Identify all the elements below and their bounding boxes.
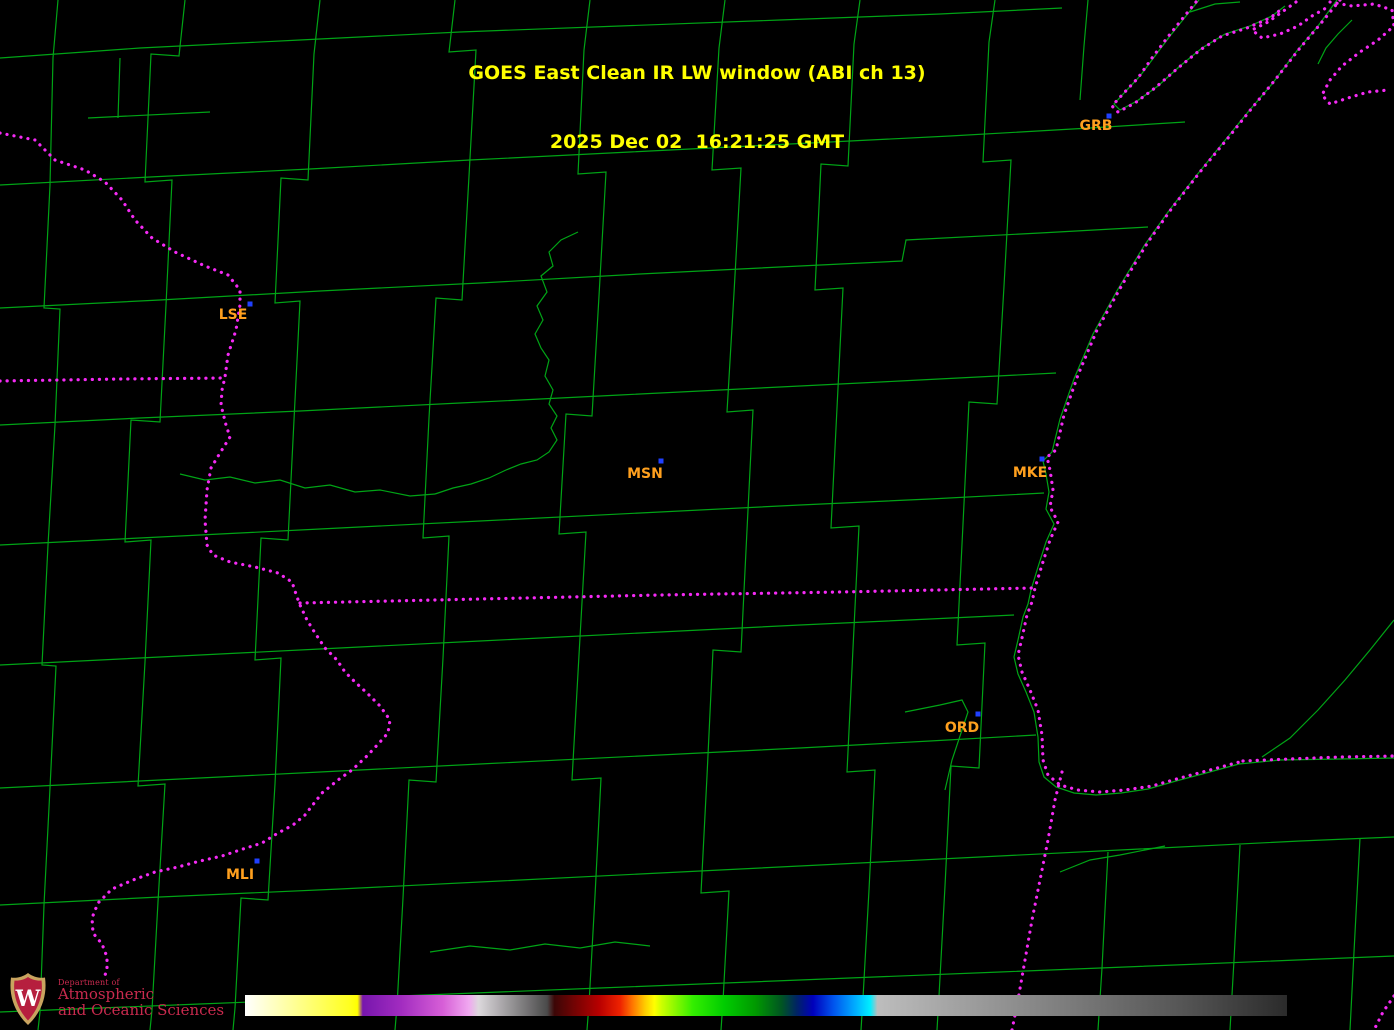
- station-dot-msn: [658, 458, 664, 464]
- station-label-ord: ORD: [945, 720, 979, 736]
- uw-aos-logo: W Department of Atmospheric and Oceanic …: [8, 972, 224, 1026]
- station-label-mke: MKE: [1013, 465, 1047, 481]
- county-boundary-line: [0, 492, 1045, 546]
- station-dot-mke: [1039, 456, 1045, 462]
- title-line-1: GOES East Clean IR LW window (ABI ch 13): [468, 62, 926, 84]
- station-dot-mli: [254, 858, 260, 864]
- station-label-lse: LSE: [219, 307, 248, 323]
- state-border-dotted-line: [298, 586, 1035, 605]
- crest-letter: W: [15, 986, 41, 1012]
- station-dot-ord: [975, 711, 981, 717]
- county-boundary-line: [904, 699, 969, 791]
- county-boundary-line: [0, 614, 1015, 666]
- county-boundary-line: [0, 836, 1394, 906]
- county-boundary-line: [434, 231, 579, 495]
- county-boundary-line: [179, 473, 436, 497]
- state-border-dotted-line: [0, 376, 226, 383]
- station-label-msn: MSN: [627, 466, 663, 482]
- image-title: GOES East Clean IR LW window (ABI ch 13)…: [0, 16, 1394, 200]
- county-boundary-line: [0, 226, 1149, 309]
- station-dot-lse: [247, 301, 253, 307]
- title-line-2: 2025 Dec 02 16:21:25 GMT: [549, 131, 845, 153]
- uw-crest-icon: W: [10, 973, 46, 1025]
- county-boundary-line: [0, 734, 1037, 789]
- county-boundary-line: [0, 372, 1057, 426]
- county-boundary-line: [1261, 619, 1394, 758]
- county-boundary-line: [429, 941, 651, 953]
- station-label-mli: MLI: [226, 867, 254, 883]
- logo-name-line2: and Oceanic Sciences: [58, 1001, 225, 1020]
- color-scale-bar: [245, 995, 1287, 1016]
- state-border-dotted-line: [1372, 994, 1394, 1030]
- logo-text: Department of Atmospheric and Oceanic Sc…: [58, 972, 224, 1019]
- state-border-dotted-line: [0, 131, 392, 982]
- county-boundary-line: [1349, 837, 1361, 1030]
- satellite-image-viewer: GRB LSE MSN MKE ORD MLI GOES East Clean IR LW…: [0, 0, 1394, 1030]
- state-border-dotted-line: [1010, 770, 1064, 1030]
